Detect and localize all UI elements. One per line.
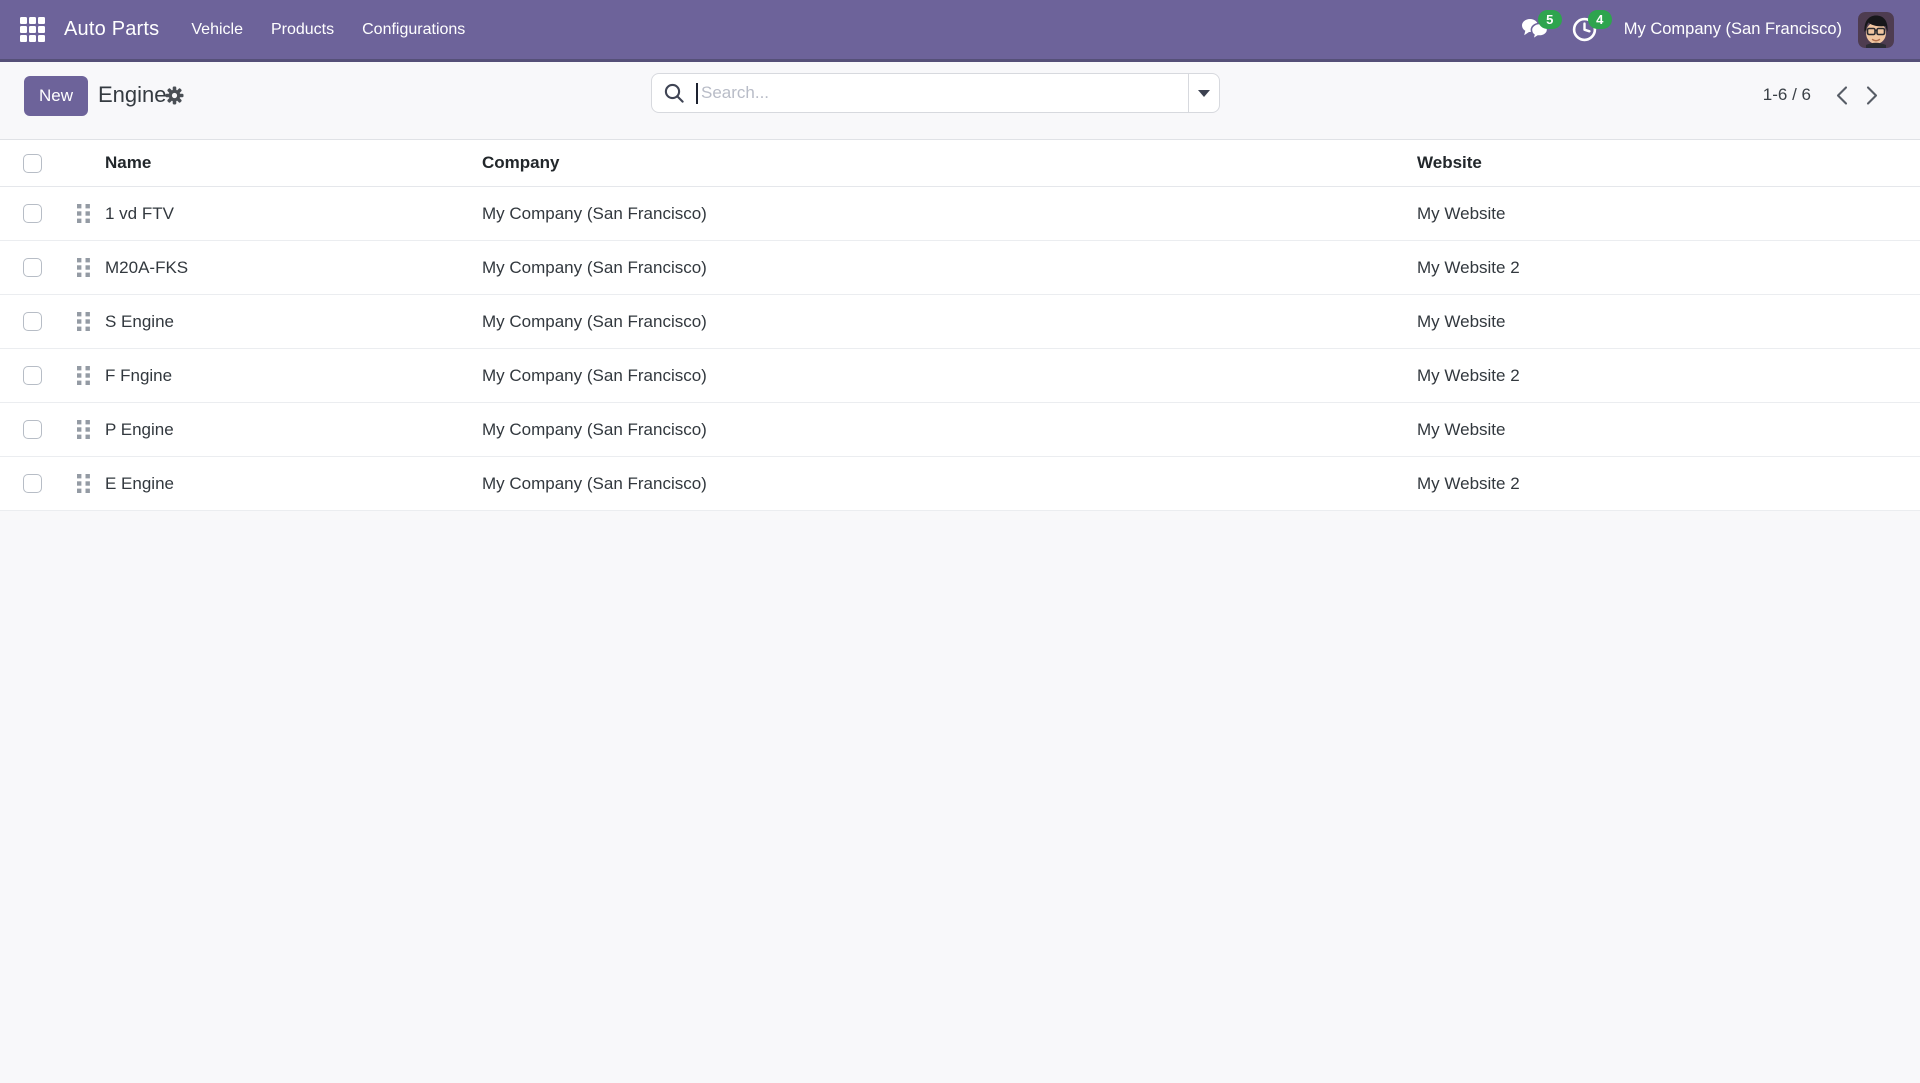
- row-checkbox[interactable]: [23, 312, 42, 331]
- cell-name: M20A-FKS: [105, 258, 482, 278]
- table-header-row: Name Company Website: [0, 140, 1920, 187]
- cell-website: My Website: [1417, 312, 1920, 332]
- row-checkbox[interactable]: [23, 366, 42, 385]
- menu-item-products[interactable]: Products: [257, 0, 348, 59]
- user-avatar[interactable]: [1858, 12, 1894, 48]
- search-icon: [664, 83, 684, 103]
- drag-dots-icon: [76, 257, 91, 278]
- chevron-down-icon: [1198, 90, 1210, 97]
- drag-dots-icon: [76, 365, 91, 386]
- drag-dots-icon: [76, 419, 91, 440]
- row-checkbox[interactable]: [23, 204, 42, 223]
- systray: 5 4 My Company (San Francisco): [1518, 12, 1894, 48]
- gear-icon: [165, 86, 184, 105]
- messages-button[interactable]: 5: [1518, 13, 1552, 47]
- activities-count-badge: 4: [1588, 10, 1612, 29]
- pager: 1-6 / 6: [1763, 73, 1887, 117]
- cell-name: 1 vd FTV: [105, 204, 482, 224]
- top-navbar: Auto Parts Vehicle Products Configuratio…: [0, 0, 1920, 62]
- table-row[interactable]: P Engine My Company (San Francisco) My W…: [0, 403, 1920, 457]
- pager-next-button[interactable]: [1857, 78, 1887, 112]
- messages-count-badge: 5: [1538, 10, 1562, 29]
- column-header-name[interactable]: Name: [105, 153, 482, 173]
- table-body: 1 vd FTV My Company (San Francisco) My W…: [0, 187, 1920, 511]
- cell-company: My Company (San Francisco): [482, 420, 1417, 440]
- drag-handle[interactable]: [62, 419, 105, 440]
- chevron-left-icon: [1836, 86, 1848, 105]
- drag-dots-icon: [76, 473, 91, 494]
- new-button[interactable]: New: [24, 76, 88, 116]
- table-row[interactable]: E Engine My Company (San Francisco) My W…: [0, 457, 1920, 511]
- cell-name: E Engine: [105, 474, 482, 494]
- cell-website: My Website 2: [1417, 474, 1920, 494]
- search-options-toggle[interactable]: [1188, 74, 1219, 112]
- table-row[interactable]: F Fngine My Company (San Francisco) My W…: [0, 349, 1920, 403]
- row-checkbox[interactable]: [23, 420, 42, 439]
- cell-name: P Engine: [105, 420, 482, 440]
- cell-company: My Company (San Francisco): [482, 312, 1417, 332]
- drag-dots-icon: [76, 311, 91, 332]
- drag-dots-icon: [76, 203, 91, 224]
- page-title: Engine: [98, 73, 167, 117]
- grid-icon: [20, 17, 45, 42]
- drag-handle[interactable]: [62, 365, 105, 386]
- drag-handle[interactable]: [62, 311, 105, 332]
- chevron-right-icon: [1866, 86, 1878, 105]
- table-row[interactable]: M20A-FKS My Company (San Francisco) My W…: [0, 241, 1920, 295]
- drag-handle[interactable]: [62, 257, 105, 278]
- company-switcher[interactable]: My Company (San Francisco): [1624, 20, 1842, 39]
- app-brand[interactable]: Auto Parts: [64, 18, 159, 41]
- main-menu: Vehicle Products Configurations: [177, 0, 479, 59]
- cell-website: My Website 2: [1417, 366, 1920, 386]
- drag-handle[interactable]: [62, 203, 105, 224]
- drag-handle[interactable]: [62, 473, 105, 494]
- search-input[interactable]: [698, 74, 1188, 112]
- cell-company: My Company (San Francisco): [482, 366, 1417, 386]
- menu-item-configurations[interactable]: Configurations: [348, 0, 479, 59]
- cell-company: My Company (San Francisco): [482, 258, 1417, 278]
- select-all-checkbox[interactable]: [23, 154, 42, 173]
- table-row[interactable]: S Engine My Company (San Francisco) My W…: [0, 295, 1920, 349]
- pager-range: 1-6 / 6: [1763, 85, 1811, 105]
- cell-company: My Company (San Francisco): [482, 204, 1417, 224]
- cell-company: My Company (San Francisco): [482, 474, 1417, 494]
- activities-button[interactable]: 4: [1568, 13, 1602, 47]
- column-header-website[interactable]: Website: [1417, 153, 1920, 173]
- cell-name: F Fngine: [105, 366, 482, 386]
- row-checkbox[interactable]: [23, 258, 42, 277]
- cell-website: My Website 2: [1417, 258, 1920, 278]
- cell-name: S Engine: [105, 312, 482, 332]
- search-bar: [651, 73, 1220, 113]
- control-panel: New Engine 1-6 / 6: [0, 62, 1920, 140]
- table-row[interactable]: 1 vd FTV My Company (San Francisco) My W…: [0, 187, 1920, 241]
- actions-gear-button[interactable]: [165, 86, 185, 106]
- pager-previous-button[interactable]: [1827, 78, 1857, 112]
- apps-menu-button[interactable]: [10, 0, 54, 59]
- column-header-company[interactable]: Company: [482, 153, 1417, 173]
- engine-list: Name Company Website 1 vd FTV My Company…: [0, 140, 1920, 511]
- row-checkbox[interactable]: [23, 474, 42, 493]
- cell-website: My Website: [1417, 204, 1920, 224]
- cell-website: My Website: [1417, 420, 1920, 440]
- menu-item-vehicle[interactable]: Vehicle: [177, 0, 257, 59]
